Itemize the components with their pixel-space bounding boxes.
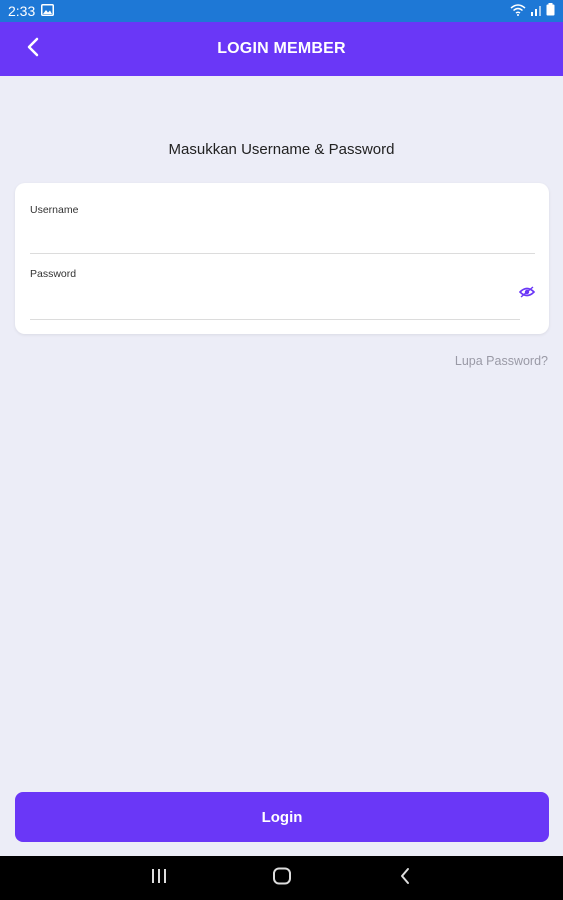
wifi-icon bbox=[510, 3, 526, 19]
status-bar: 2:33 bbox=[0, 0, 563, 22]
page-title: LOGIN MEMBER bbox=[217, 40, 346, 57]
status-time: 2:33 bbox=[8, 3, 36, 19]
password-label: Password bbox=[30, 268, 77, 280]
login-button[interactable]: Login bbox=[15, 792, 549, 842]
chevron-left-icon bbox=[26, 37, 40, 62]
login-form-card: Username Password bbox=[15, 183, 549, 334]
app-bar: LOGIN MEMBER bbox=[0, 22, 563, 76]
signal-icon bbox=[530, 3, 542, 19]
home-button[interactable] bbox=[271, 867, 293, 889]
navigation-bar bbox=[0, 856, 563, 900]
password-visibility-toggle[interactable] bbox=[518, 285, 536, 303]
password-field[interactable] bbox=[30, 289, 510, 313]
username-label: Username bbox=[30, 204, 79, 216]
status-left: 2:33 bbox=[8, 3, 55, 19]
status-right bbox=[510, 3, 555, 19]
back-icon bbox=[399, 867, 411, 890]
system-back-button[interactable] bbox=[394, 867, 416, 889]
image-icon bbox=[41, 3, 55, 19]
password-underline bbox=[30, 319, 520, 320]
back-button[interactable] bbox=[18, 34, 48, 64]
home-icon bbox=[272, 867, 292, 890]
eye-icon bbox=[518, 285, 536, 303]
login-instruction: Masukkan Username & Password bbox=[168, 141, 395, 158]
username-underline bbox=[30, 253, 535, 254]
battery-icon bbox=[546, 3, 555, 19]
recent-apps-icon bbox=[150, 868, 168, 889]
forgot-password-link[interactable]: Lupa Password? bbox=[455, 354, 548, 368]
recent-apps-button[interactable] bbox=[148, 867, 170, 889]
username-field[interactable] bbox=[30, 225, 535, 249]
